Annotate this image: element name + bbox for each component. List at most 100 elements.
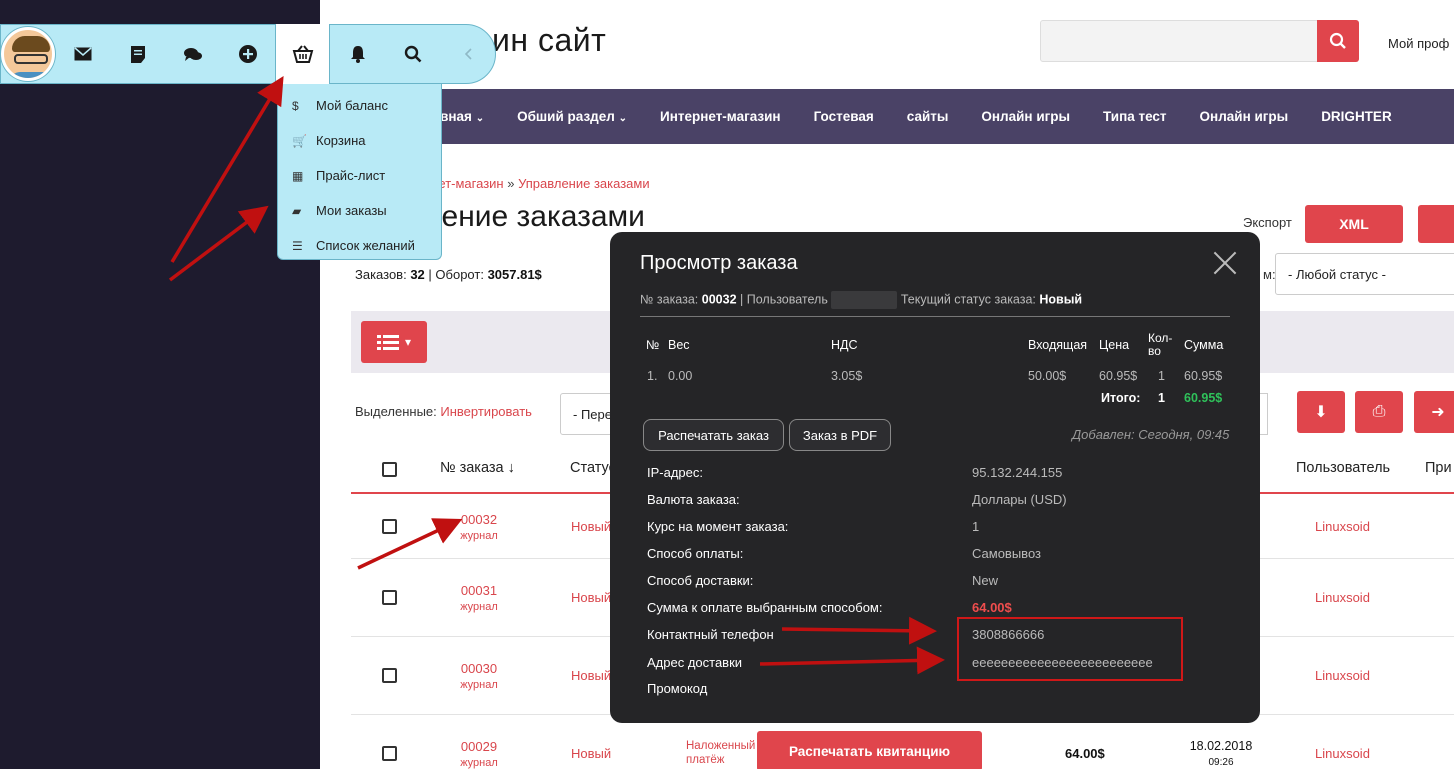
- item-sum: 60.95$: [1184, 369, 1223, 383]
- messages-button[interactable]: [55, 25, 110, 83]
- export-other-button[interactable]: [1418, 205, 1454, 243]
- payment-method-link[interactable]: Наложенный платёж: [686, 739, 756, 767]
- order-user-link[interactable]: Linuxsoid: [1315, 590, 1370, 605]
- order-journal-link[interactable]: журнал: [449, 757, 509, 769]
- printer-icon: ⎙: [1372, 403, 1386, 420]
- shop-dropdown-menu: $ Мой баланс 🛒 Корзина ▦ Прайс-лист ▰ Мои за…: [277, 84, 442, 260]
- menu-item-cart[interactable]: 🛒 Корзина: [278, 123, 441, 158]
- plus-icon: [238, 45, 257, 63]
- row-checkbox[interactable]: [382, 590, 397, 605]
- col-qty-line2: во: [1148, 344, 1161, 358]
- order-user-link[interactable]: Linuxsoid: [1315, 668, 1370, 683]
- menu-item-label: Мой баланс: [316, 98, 388, 113]
- nav-item-test[interactable]: Типа тест: [1087, 109, 1184, 124]
- menu-item-balance[interactable]: $ Мой баланс: [278, 88, 441, 123]
- detail-promo-label: Промокод: [647, 681, 708, 696]
- modal-divider: [640, 316, 1230, 317]
- order-journal-link[interactable]: журнал: [449, 679, 509, 691]
- nav-item-online-games-2[interactable]: Онлайн игры: [1183, 109, 1305, 124]
- nav-item-guestbook[interactable]: Гостевая: [797, 109, 890, 124]
- print-order-button[interactable]: Распечатать заказ: [643, 419, 784, 451]
- order-status: Новый: [571, 590, 612, 605]
- col-weight: Вес: [668, 338, 690, 352]
- order-number-link[interactable]: 00030: [449, 661, 509, 676]
- col-note[interactable]: При: [1425, 460, 1452, 476]
- collapse-button[interactable]: [440, 25, 495, 83]
- menu-item-my-orders[interactable]: ▰ Мои заказы: [278, 193, 441, 228]
- order-view-modal: Просмотр заказа № заказа: 00032 | Пользо…: [610, 232, 1260, 723]
- close-icon[interactable]: [1212, 250, 1238, 276]
- nav-item-shop[interactable]: Интернет-магазин: [643, 109, 797, 124]
- redacted-username: [831, 291, 898, 309]
- breadcrumb: рнет-магазин » Управление заказами: [424, 176, 650, 191]
- notifications-button[interactable]: [330, 25, 385, 83]
- print-button[interactable]: ⎙: [1355, 391, 1403, 433]
- detail-phone-label: Контактный телефон: [647, 627, 774, 642]
- col-incoming: Входящая: [1028, 338, 1088, 352]
- download-button[interactable]: ⬇: [1297, 391, 1345, 433]
- nav-item-online-games[interactable]: Онлайн игры: [965, 109, 1087, 124]
- site-title[interactable]: ин сайт: [492, 22, 606, 59]
- print-receipt-button[interactable]: Распечатать квитанцию: [757, 731, 982, 769]
- toolbar-search-button[interactable]: [385, 25, 440, 83]
- order-date: 18.02.2018: [1189, 739, 1253, 753]
- search-icon: [404, 45, 421, 63]
- order-time: 09:26: [1208, 757, 1234, 768]
- chat-button[interactable]: [165, 25, 220, 83]
- order-status: Новый: [571, 668, 612, 683]
- row-checkbox[interactable]: [382, 746, 397, 761]
- order-user-link[interactable]: Linuxsoid: [1315, 519, 1370, 534]
- selected-label: Выделенные:: [355, 404, 437, 419]
- order-number-link[interactable]: 00031: [449, 583, 509, 598]
- detail-address-value: eeeeeeeeeeeeeeeeeeeeeeeee: [972, 655, 1153, 670]
- menu-item-label: Корзина: [316, 133, 366, 148]
- order-journal-link[interactable]: журнал: [449, 530, 509, 542]
- nav-item-sites[interactable]: сайты: [890, 109, 965, 124]
- menu-item-label: Мои заказы: [316, 203, 387, 218]
- col-order-no[interactable]: № заказа ↓: [440, 460, 515, 476]
- menu-item-pricelist[interactable]: ▦ Прайс-лист: [278, 158, 441, 193]
- row-checkbox[interactable]: [382, 668, 397, 683]
- notes-button[interactable]: [110, 25, 165, 83]
- forward-button[interactable]: ➜: [1414, 391, 1454, 433]
- order-number-link[interactable]: 00029: [449, 739, 509, 754]
- nav-item-drighter[interactable]: DRIGHTER: [1305, 109, 1409, 124]
- order-pdf-button[interactable]: Заказ в PDF: [789, 419, 891, 451]
- col-user[interactable]: Пользователь: [1296, 460, 1390, 476]
- menu-item-label: Прайс-лист: [316, 168, 386, 183]
- select-all-checkbox[interactable]: [382, 462, 397, 477]
- col-status[interactable]: Статус: [570, 460, 616, 476]
- row-checkbox[interactable]: [382, 519, 397, 534]
- modal-order-no: 00032: [701, 292, 737, 307]
- add-button[interactable]: [220, 25, 275, 83]
- list-icon: ☰: [292, 238, 303, 253]
- export-xml-button[interactable]: XML: [1305, 205, 1403, 243]
- order-user-link[interactable]: Linuxsoid: [1315, 746, 1370, 761]
- detail-amount-value: 64.00$: [972, 600, 1012, 615]
- breadcrumb-orders-link[interactable]: Управление заказами: [518, 176, 650, 191]
- list-menu-button[interactable]: ▾: [361, 321, 427, 363]
- modal-title: Просмотр заказа: [640, 252, 798, 274]
- order-number-link[interactable]: 00032: [449, 512, 509, 527]
- menu-item-wishlist[interactable]: ☰ Список желаний: [278, 228, 441, 263]
- item-no: 1.: [647, 369, 658, 383]
- detail-payment-label: Способ оплаты:: [647, 546, 744, 561]
- search-input[interactable]: [1040, 20, 1318, 62]
- search-button[interactable]: [1317, 20, 1359, 62]
- calculator-icon: ▦: [292, 168, 304, 183]
- detail-currency-value: Доллары (USD): [972, 492, 1067, 507]
- breadcrumb-separator: »: [503, 176, 519, 191]
- status-filter-select[interactable]: - Любой статус -: [1275, 253, 1454, 295]
- detail-phone-value: 3808866666: [972, 627, 1045, 642]
- order-journal-link[interactable]: журнал: [449, 601, 509, 613]
- annotation-arrow: [357, 518, 463, 570]
- menu-item-label: Список желаний: [316, 238, 415, 253]
- detail-ip-label: IP-адрес:: [647, 465, 703, 480]
- nav-item-general[interactable]: Обший раздел ⌄: [501, 109, 644, 124]
- shop-button[interactable]: [275, 24, 330, 84]
- avatar[interactable]: [1, 27, 55, 81]
- arrow-right-icon: ➜: [1431, 404, 1445, 421]
- invert-selection-link[interactable]: Инвертировать: [440, 404, 532, 419]
- detail-delivery-label: Способ доставки:: [647, 573, 754, 588]
- profile-link[interactable]: Мой проф: [1388, 36, 1449, 51]
